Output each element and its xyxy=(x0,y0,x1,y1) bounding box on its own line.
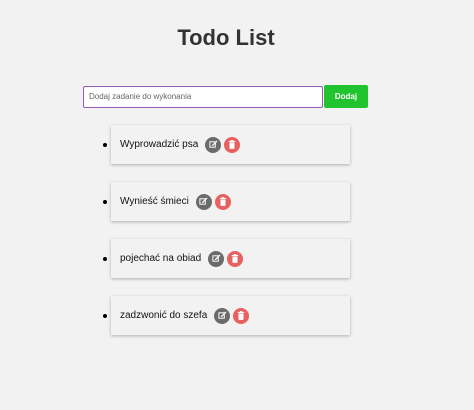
trash-icon xyxy=(238,311,245,320)
add-button[interactable]: Dodaj xyxy=(324,85,368,108)
edit-icon xyxy=(209,140,218,148)
bullet-icon xyxy=(103,143,107,147)
edit-icon xyxy=(212,254,220,262)
edit-button[interactable] xyxy=(195,193,212,210)
task-item: Wynieść śmieci xyxy=(103,182,350,221)
delete-button[interactable] xyxy=(233,307,250,324)
task-text: Wynieść śmieci xyxy=(120,196,189,207)
task-item: zadzwonić do szefa xyxy=(103,296,350,335)
edit-button[interactable] xyxy=(208,250,225,267)
edit-button[interactable] xyxy=(214,307,231,324)
edit-icon xyxy=(199,197,208,205)
delete-button[interactable] xyxy=(214,193,231,210)
bullet-icon xyxy=(103,200,107,204)
trash-icon xyxy=(219,197,226,206)
delete-button[interactable] xyxy=(224,136,241,153)
task-list: Wyprowadzić psa Wynieść śmieci pojechać … xyxy=(103,125,350,353)
delete-button[interactable] xyxy=(227,250,244,267)
add-task-form: Dodaj xyxy=(83,85,368,108)
edit-button[interactable] xyxy=(205,136,222,153)
task-input[interactable] xyxy=(83,85,323,108)
bullet-icon xyxy=(103,257,107,261)
task-text: zadzwonić do szefa xyxy=(120,310,208,321)
trash-icon xyxy=(229,140,236,149)
task-item: pojechać na obiad xyxy=(103,239,350,278)
page-title: Todo List xyxy=(177,25,275,50)
task-text: Wyprowadzić psa xyxy=(120,139,199,150)
task-item: Wyprowadzić psa xyxy=(103,125,350,164)
edit-icon xyxy=(218,311,227,319)
bullet-icon xyxy=(103,314,107,318)
trash-icon xyxy=(232,254,239,263)
task-text: pojechać na obiad xyxy=(120,253,202,264)
